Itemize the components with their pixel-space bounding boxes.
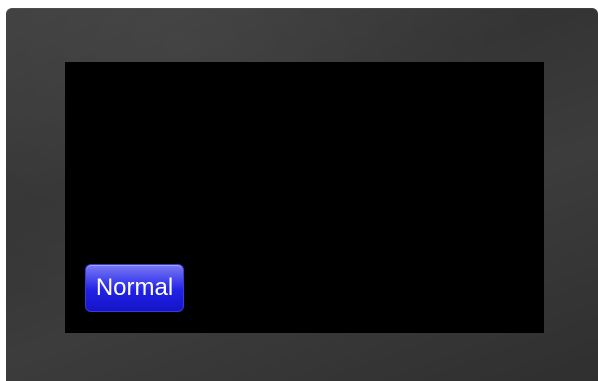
display-screen: Normal <box>65 62 544 333</box>
stage: Normal <box>0 0 598 381</box>
normal-button[interactable]: Normal <box>85 264 184 312</box>
